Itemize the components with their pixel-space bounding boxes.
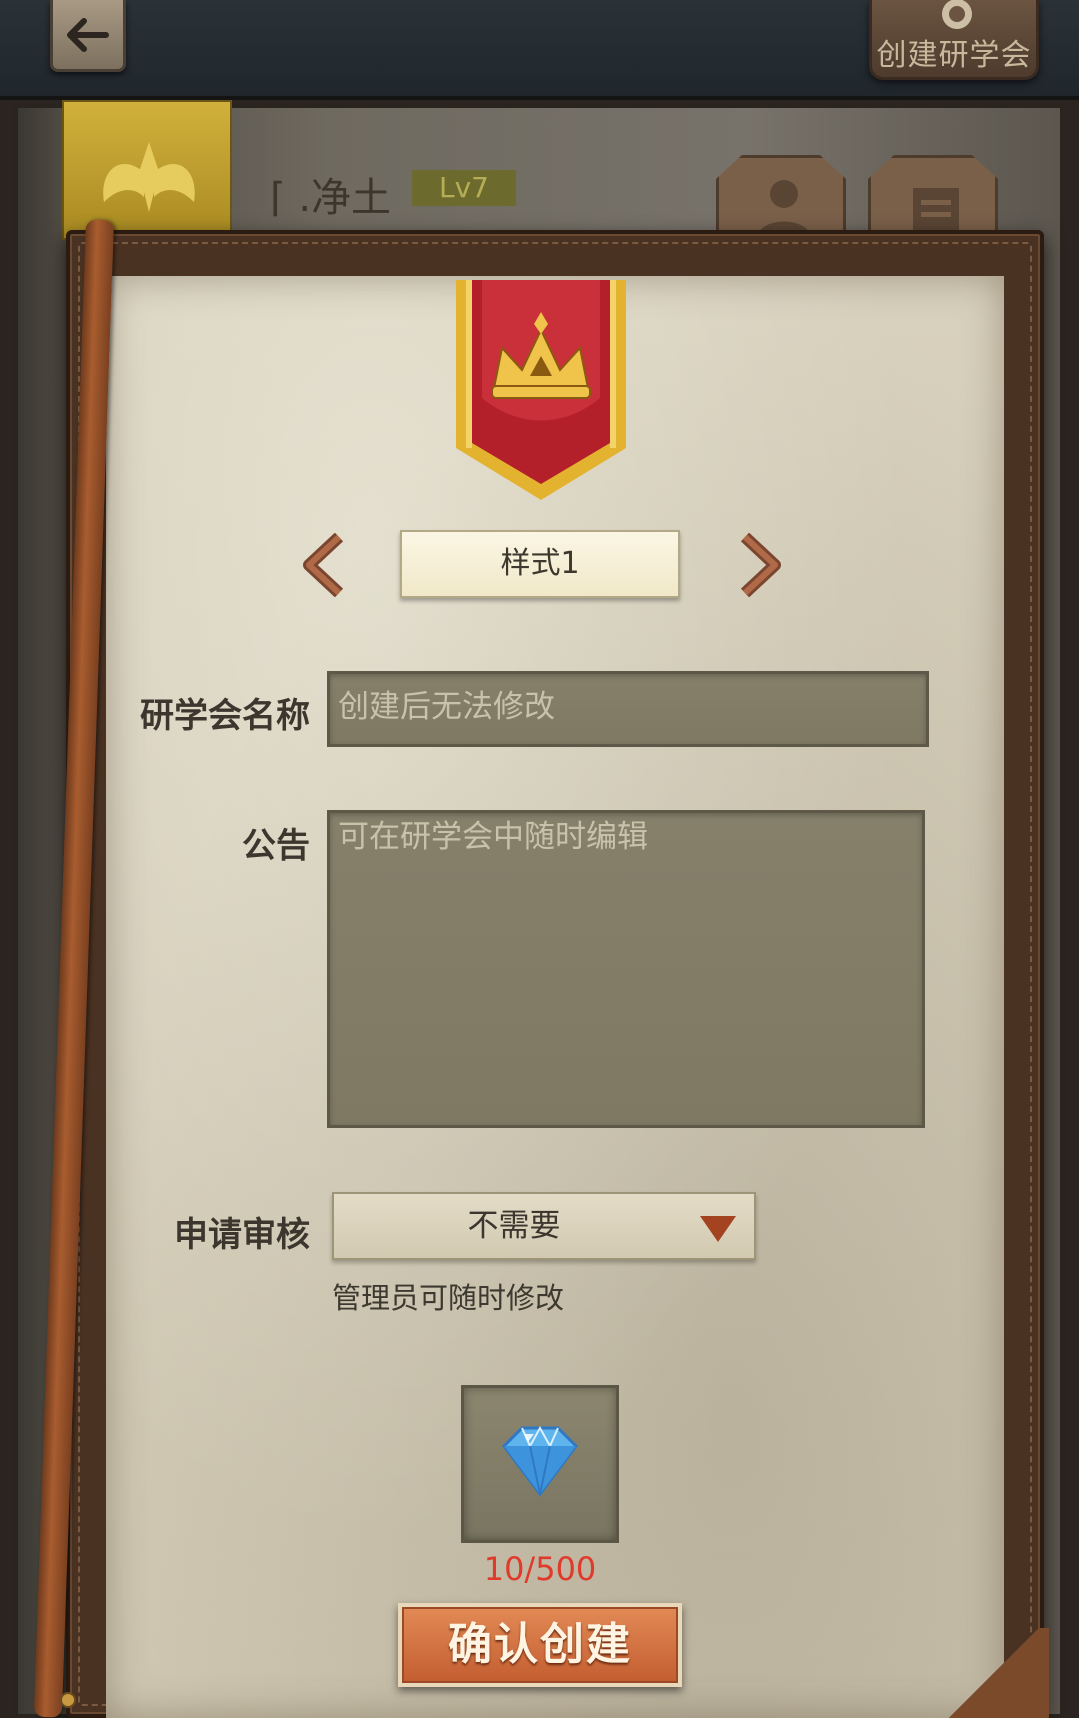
strap-stud [60, 1692, 76, 1708]
chevron-right-icon [740, 533, 781, 597]
top-bar: 创建研学会 [0, 0, 1079, 100]
guild-level-badge: Lv7 [412, 170, 516, 206]
cost-slot [461, 1385, 619, 1543]
guild-info-button[interactable] [868, 155, 998, 235]
notice-label: 公告 [242, 826, 310, 866]
guild-name-label: 研学会名称 [140, 696, 310, 736]
guild-name-input[interactable]: 创建后无法修改 [327, 671, 929, 747]
back-arrow-icon [67, 17, 109, 52]
chevron-left-icon [303, 533, 344, 597]
person-icon [757, 180, 811, 235]
corner-tab [939, 1628, 1049, 1718]
notice-textarea[interactable]: 可在研学会中随时编辑 [327, 810, 925, 1128]
cost-text: 10/500 [483, 1550, 597, 1588]
back-button[interactable] [50, 0, 126, 72]
crown-banner-icon [456, 280, 626, 500]
style-prev-button[interactable] [294, 530, 354, 600]
chevron-down-icon [700, 1216, 736, 1242]
guild-emblem [454, 278, 628, 502]
confirm-create-button[interactable]: 确认创建 [398, 1603, 682, 1687]
style-value: 样式1 [400, 530, 680, 598]
document-icon [913, 188, 959, 235]
guild-name-placeholder: 创建后无法修改 [338, 689, 555, 725]
review-hint: 管理员可随时修改 [332, 1281, 565, 1315]
diamond-icon [502, 1425, 578, 1497]
guild-flag [62, 100, 232, 240]
notice-placeholder: 可在研学会中随时编辑 [338, 819, 648, 855]
review-label: 申请审核 [174, 1215, 310, 1255]
crest-icon [942, 0, 972, 29]
create-guild-tab[interactable]: 创建研学会 [869, 0, 1039, 80]
style-next-button[interactable] [730, 530, 790, 600]
review-value: 不需要 [467, 1208, 561, 1244]
guild-name: ⌈ .净土 [270, 175, 392, 221]
review-dropdown[interactable]: 不需要 [332, 1192, 756, 1260]
members-button[interactable] [716, 155, 846, 235]
create-guild-label: 创建研学会 [876, 38, 1032, 73]
